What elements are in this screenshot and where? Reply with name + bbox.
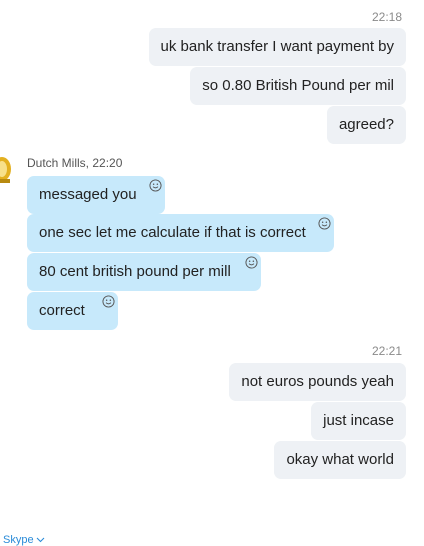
- message-text: just incase: [323, 412, 394, 429]
- outgoing-message[interactable]: so 0.80 British Pound per mil: [190, 67, 406, 105]
- outgoing-message[interactable]: agreed?: [326, 106, 406, 144]
- message-text: uk bank transfer I want payment by: [160, 38, 394, 55]
- outgoing-message[interactable]: uk bank transfer I want payment by: [148, 28, 406, 66]
- incoming-message[interactable]: correct: [27, 292, 118, 330]
- smiley-icon[interactable]: [318, 217, 331, 230]
- message-text: okay what world: [286, 451, 394, 468]
- chevron-down-icon: [36, 537, 44, 543]
- outgoing-message[interactable]: not euros pounds yeah: [229, 363, 406, 401]
- message-text: not euros pounds yeah: [241, 373, 394, 390]
- outgoing-message[interactable]: okay what world: [274, 441, 406, 479]
- skype-dropdown[interactable]: Skype: [3, 534, 45, 546]
- timestamp: 22:21: [371, 344, 402, 358]
- avatar-icon[interactable]: [0, 155, 14, 189]
- message-text: messaged you: [39, 186, 137, 203]
- message-text: so 0.80 British Pound per mil: [202, 77, 394, 94]
- smiley-icon[interactable]: [102, 295, 115, 308]
- outgoing-message[interactable]: just incase: [311, 402, 406, 440]
- message-text: correct: [39, 302, 85, 319]
- incoming-message[interactable]: one sec let me calculate if that is corr…: [27, 214, 334, 252]
- message-text: one sec let me calculate if that is corr…: [39, 224, 306, 241]
- message-text: 80 cent british pound per mill: [39, 263, 231, 280]
- smiley-icon[interactable]: [149, 179, 162, 192]
- sender-label: Dutch Mills, 22:20: [27, 156, 123, 170]
- incoming-message[interactable]: 80 cent british pound per mill: [27, 253, 261, 291]
- incoming-message[interactable]: messaged you: [27, 176, 165, 214]
- skype-label: Skype: [3, 534, 34, 546]
- message-text: agreed?: [338, 116, 394, 133]
- smiley-icon[interactable]: [245, 256, 258, 269]
- timestamp: 22:18: [371, 10, 402, 24]
